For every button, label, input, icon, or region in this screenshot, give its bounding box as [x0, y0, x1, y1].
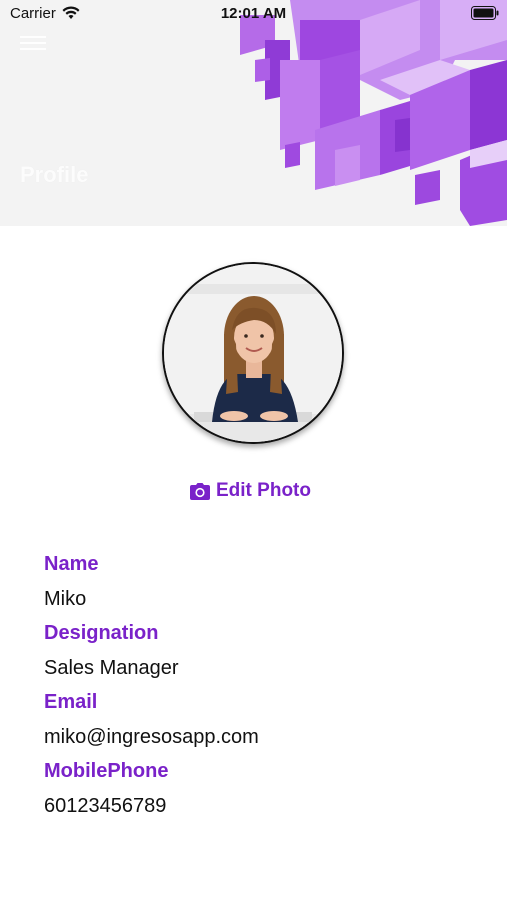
profile-header: Carrier 12:01 AM Profile [0, 0, 507, 226]
mobile-phone-label: MobilePhone [44, 760, 169, 782]
edit-photo-button[interactable]: Edit Photo [190, 478, 311, 504]
designation-value: Sales Manager [44, 657, 179, 679]
camera-icon [190, 482, 210, 500]
email-value: miko@ingresosapp.com [44, 726, 259, 748]
mobile-phone-value: 60123456789 [44, 795, 167, 817]
status-time: 12:01 AM [220, 5, 287, 22]
name-label: Name [44, 553, 99, 575]
name-value: Miko [44, 588, 87, 610]
edit-photo-label: Edit Photo [216, 480, 311, 501]
designation-label: Designation [44, 622, 159, 644]
header-background-art [0, 0, 507, 226]
email-label: Email [44, 691, 98, 713]
menu-icon[interactable] [20, 36, 46, 50]
avatar [162, 262, 344, 444]
profile-photo [164, 264, 342, 442]
page-title: Profile [20, 162, 89, 187]
status-bar: Carrier 12:01 AM [0, 0, 507, 28]
battery-icon [471, 6, 499, 20]
